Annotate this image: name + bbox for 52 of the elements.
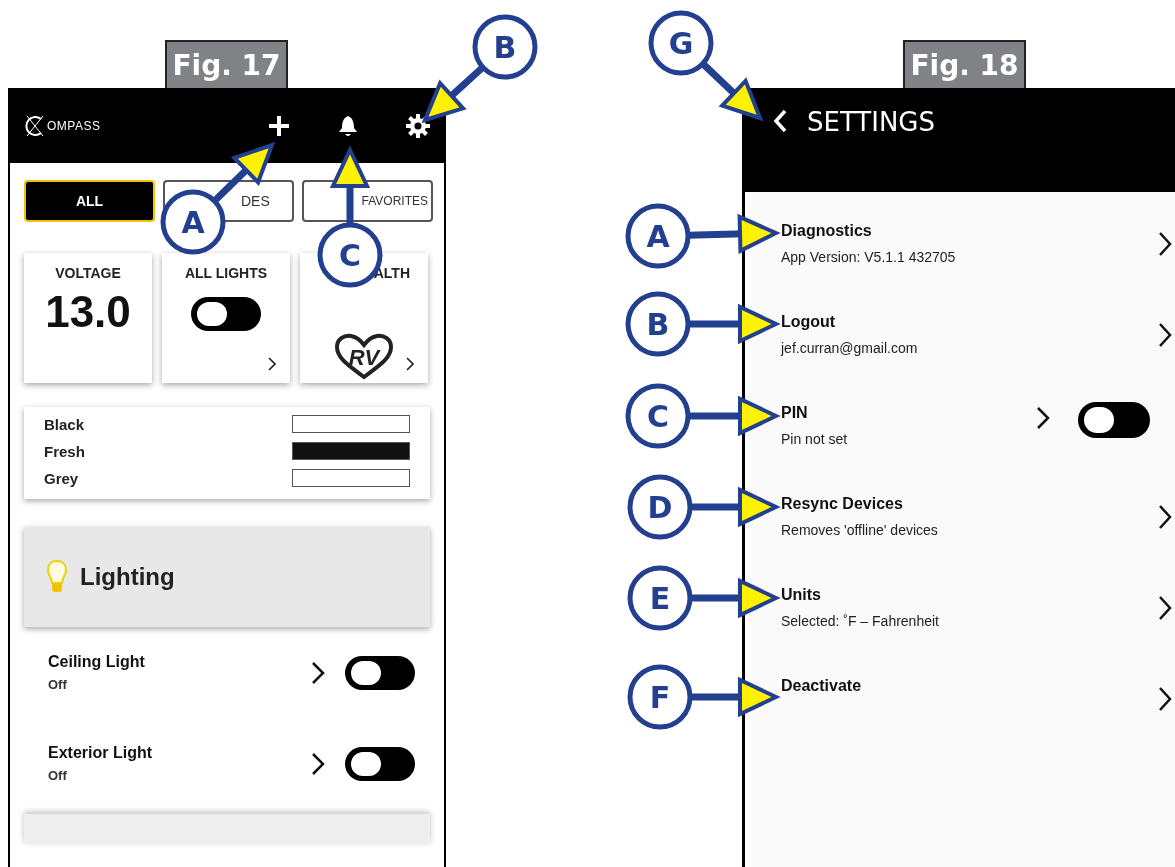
add-icon[interactable] [268, 114, 290, 137]
back-icon[interactable] [773, 109, 787, 133]
voltage-reading: 13.0 [45, 287, 131, 337]
item-subtitle: Selected: ˚F – Fahrenheit [781, 613, 940, 629]
figure-label: Fig. 17 [165, 40, 288, 88]
item-title: PIN [781, 404, 809, 422]
filter-tab[interactable]: DES [241, 180, 294, 222]
dashboard-card[interactable]: VOLTAGE 13.0 [24, 253, 152, 383]
tank-name: Grey [44, 469, 79, 487]
chevron-icon[interactable] [1036, 406, 1050, 430]
item-title: Logout [781, 313, 837, 331]
item-subtitle: App Version: V5.1.1 432705 [781, 249, 957, 265]
light-status: Off [48, 677, 68, 692]
chevron-icon[interactable] [406, 357, 414, 371]
filter-tab[interactable]: FAVORITES [302, 180, 433, 222]
item-subtitle: jef.curran@gmail.com [781, 340, 919, 356]
compass-logo-icon [24, 113, 46, 138]
chevron-icon[interactable] [1158, 322, 1172, 348]
item-subtitle: Pin not set [781, 431, 849, 447]
item-title: Units [781, 586, 822, 604]
card-title: ALL LIGHTS [184, 265, 268, 281]
dashboard-card[interactable]: ALL LIGHTS [162, 253, 290, 383]
light-status: Off [48, 768, 68, 783]
tank-name: Fresh [44, 442, 85, 460]
toggle-switch[interactable] [345, 655, 415, 690]
chevron-icon[interactable] [1158, 686, 1172, 712]
filter-tab[interactable]: ALL [24, 180, 155, 222]
chevron-icon[interactable] [1158, 504, 1172, 530]
lighting-header[interactable]: Lighting [24, 527, 430, 627]
toggle-switch[interactable] [345, 746, 415, 781]
light-name: Exterior Light [48, 744, 153, 762]
chevron-icon[interactable] [268, 357, 276, 371]
item-subtitle: Removes 'offline' devices [781, 522, 939, 538]
light-name: Ceiling Light [48, 653, 146, 671]
light-bulb-icon [46, 559, 68, 595]
figure-label: Fig. 18 [903, 40, 1026, 88]
screen-title: SETTINGS [807, 109, 935, 135]
item-title: Diagnostics [781, 222, 873, 240]
section-title: Lighting [80, 563, 175, 591]
chevron-icon[interactable] [311, 660, 325, 685]
chevron-icon[interactable] [311, 751, 325, 776]
card-title: ALTH [373, 265, 410, 283]
toggle-switch[interactable] [191, 297, 261, 331]
item-title: Deactivate [781, 677, 863, 695]
card-title: VOLTAGE [55, 265, 121, 281]
toggle-switch[interactable] [1078, 402, 1150, 438]
item-title: Resync Devices [781, 495, 904, 513]
bell-icon[interactable] [338, 114, 358, 137]
tank-name: Black [44, 415, 85, 433]
chevron-icon[interactable] [1158, 595, 1172, 621]
chevron-icon[interactable] [1158, 231, 1172, 257]
app-logo-text: OMPASS [47, 118, 101, 133]
